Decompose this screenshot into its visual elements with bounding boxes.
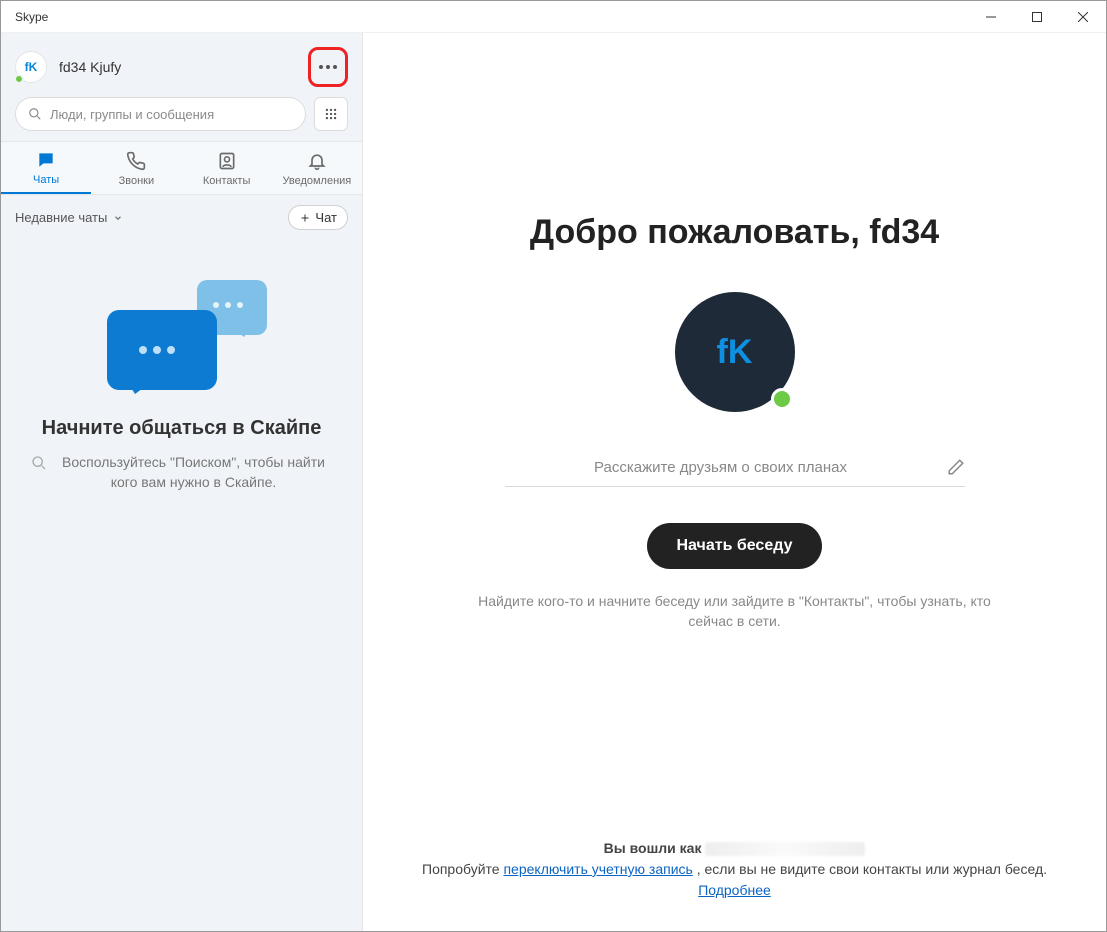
window-title: Skype	[15, 10, 48, 24]
close-button[interactable]	[1060, 1, 1106, 33]
main-pane: Добро пожаловать, fd34 fK Расскажите дру…	[363, 33, 1106, 931]
footer-text-1: Попробуйте	[422, 861, 503, 877]
chat-illustration-icon	[97, 280, 267, 400]
presence-indicator-icon	[14, 74, 24, 84]
welcome-block: Добро пожаловать, fd34 fK Расскажите дру…	[393, 213, 1076, 632]
avatar[interactable]: fK	[15, 51, 47, 83]
signed-as-account	[705, 842, 865, 856]
recent-chats-dropdown[interactable]: Недавние чаты	[15, 210, 123, 225]
avatar-initials: fK	[25, 60, 38, 74]
close-icon	[1078, 12, 1088, 22]
tab-label: Контакты	[203, 175, 251, 187]
tab-calls[interactable]: Звонки	[91, 142, 181, 194]
titlebar: Skype	[1, 1, 1106, 33]
phone-icon	[126, 151, 146, 171]
sidebar: fK fd34 Kjufy	[1, 33, 363, 931]
empty-hint-text: Воспользуйтесь "Поиском", чтобы найти ко…	[55, 453, 332, 492]
mood-field[interactable]: Расскажите друзьям о своих планах	[505, 452, 965, 487]
app-window: Skype fK fd34 Kjufy	[1, 1, 1106, 931]
bell-icon	[307, 151, 327, 171]
chat-icon	[36, 150, 56, 170]
avatar-big[interactable]: fK	[675, 292, 795, 412]
search-row	[1, 97, 362, 141]
plus-icon	[299, 212, 311, 224]
footer-note: Вы вошли как Попробуйте переключить учет…	[363, 838, 1106, 901]
welcome-title: Добро пожаловать, fd34	[530, 213, 939, 252]
empty-hint: Воспользуйтесь "Поиском", чтобы найти ко…	[31, 453, 332, 492]
tab-label: Чаты	[33, 174, 59, 186]
tab-chats[interactable]: Чаты	[1, 142, 91, 194]
content: fK fd34 Kjufy	[1, 33, 1106, 931]
maximize-button[interactable]	[1014, 1, 1060, 33]
recent-label: Недавние чаты	[15, 210, 107, 225]
tab-label: Уведомления	[282, 175, 351, 187]
pencil-icon[interactable]	[947, 458, 965, 476]
welcome-hint: Найдите кого-то и начните беседу или зай…	[475, 591, 995, 632]
chevron-down-icon	[113, 213, 123, 223]
mood-placeholder: Расскажите друзьям о своих планах	[505, 459, 937, 476]
search-icon	[28, 107, 42, 121]
search-input[interactable]	[50, 107, 293, 122]
avatar-big-initials: fK	[717, 333, 753, 372]
start-button-label: Начать беседу	[677, 537, 793, 554]
switch-account-link[interactable]: переключить учетную запись	[503, 861, 692, 877]
empty-state: Начните общаться в Скайпе Воспользуйтесь…	[1, 240, 362, 931]
tab-contacts[interactable]: Контакты	[182, 142, 272, 194]
footer-text-2: , если вы не видите свои контакты или жу…	[697, 861, 1047, 877]
contacts-icon	[217, 151, 237, 171]
minimize-button[interactable]	[968, 1, 1014, 33]
dialpad-icon	[324, 107, 338, 121]
new-chat-button[interactable]: Чат	[288, 205, 348, 230]
presence-indicator-icon	[771, 388, 793, 410]
profile-row: fK fd34 Kjufy	[1, 33, 362, 97]
maximize-icon	[1032, 12, 1042, 22]
tab-notifications[interactable]: Уведомления	[272, 142, 362, 194]
minimize-icon	[986, 12, 996, 22]
search-icon	[31, 455, 47, 471]
window-controls	[968, 1, 1106, 33]
more-icon	[319, 65, 337, 69]
new-chat-label: Чат	[315, 210, 337, 225]
empty-title: Начните общаться в Скайпе	[42, 416, 322, 441]
start-conversation-button[interactable]: Начать беседу	[647, 523, 823, 569]
more-button[interactable]	[308, 47, 348, 87]
dialpad-button[interactable]	[314, 97, 348, 131]
signed-as-label: Вы вошли как	[604, 840, 702, 856]
listbar: Недавние чаты Чат	[1, 195, 362, 240]
profile-name[interactable]: fd34 Kjufy	[59, 59, 296, 75]
nav-tabs: Чаты Звонки Контакты Уведомления	[1, 141, 362, 195]
search-box[interactable]	[15, 97, 306, 131]
tab-label: Звонки	[119, 175, 155, 187]
learn-more-link[interactable]: Подробнее	[698, 882, 771, 898]
